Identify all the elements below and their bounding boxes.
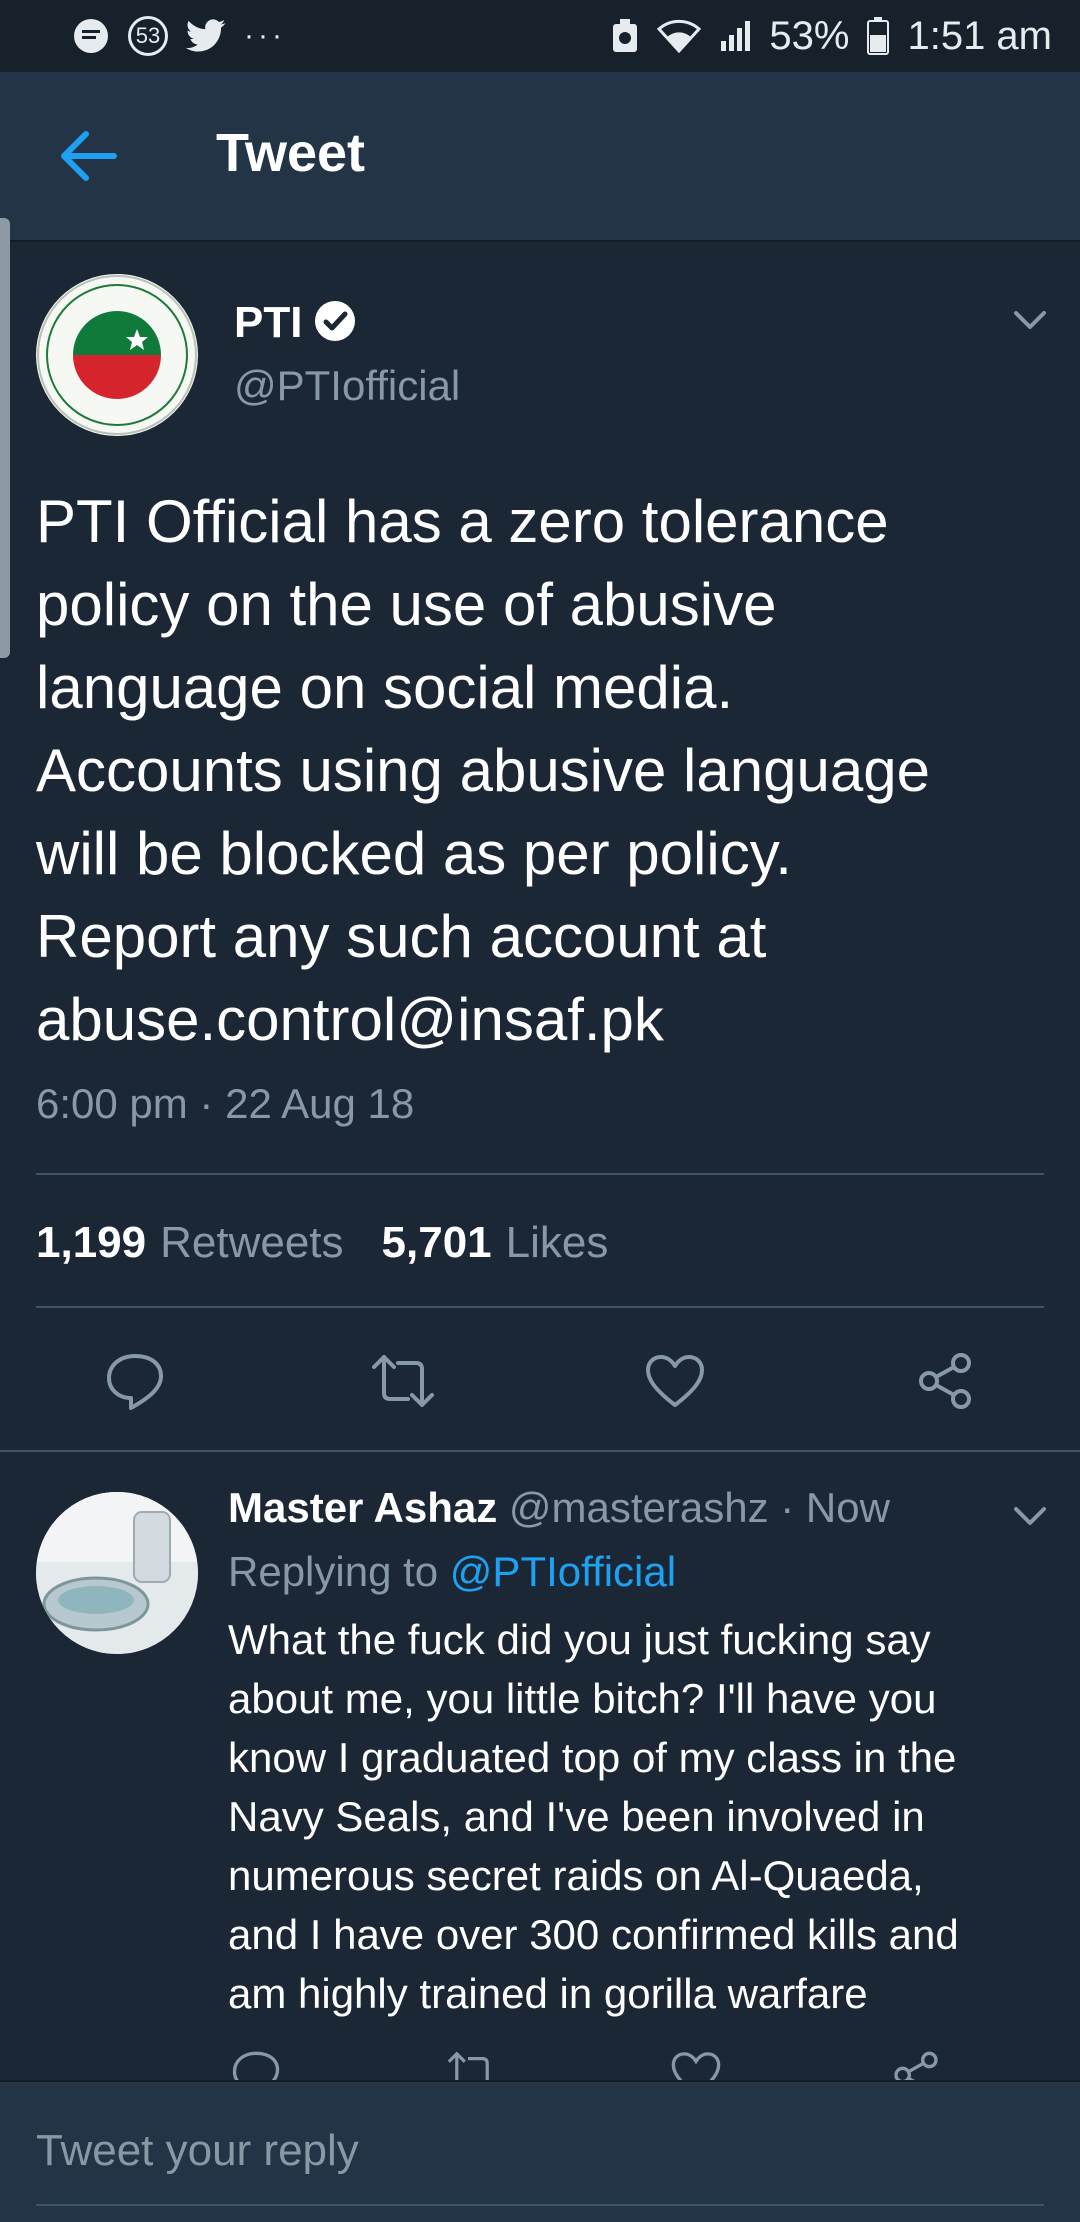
clock: 1:51 am	[907, 13, 1052, 58]
tweet-text: PTI Official has a zero tolerance policy…	[36, 488, 930, 1053]
retweet-icon	[447, 2051, 489, 2080]
retweets-label[interactable]: Retweets	[160, 1218, 343, 1268]
reply-retweet-button[interactable]	[444, 2050, 500, 2080]
share-button[interactable]	[910, 1346, 980, 1416]
reply-icon	[232, 2051, 280, 2080]
reply-like-button[interactable]	[668, 2050, 724, 2080]
like-button[interactable]	[640, 1346, 710, 1416]
tweet-stats: 1,199 Retweets 5,701 Likes	[36, 1218, 632, 1268]
retweet-button[interactable]	[368, 1346, 438, 1416]
app-header: Tweet	[0, 72, 1080, 242]
reply-options-button[interactable]	[1010, 1496, 1050, 1536]
retweets-count[interactable]: 1,199	[36, 1218, 146, 1268]
tweet-timestamp: 6:00 pm · 22 Aug 18	[36, 1080, 415, 1127]
tweet-options-button[interactable]	[1010, 300, 1050, 340]
twitter-bird-icon	[186, 19, 226, 53]
replying-to: Replying to @PTIofficial	[228, 1548, 676, 1596]
share-icon	[919, 1353, 971, 1409]
likes-label[interactable]: Likes	[506, 1218, 609, 1268]
notification-count-icon: 53	[128, 16, 168, 56]
reply-header: Master Ashaz @masterashz · Now	[228, 1484, 890, 1532]
battery-icon	[867, 17, 890, 55]
divider	[0, 1450, 1080, 1452]
reply-composer: Tweet your reply	[0, 2080, 1080, 2222]
author-name[interactable]: PTI	[234, 298, 302, 348]
arrow-left-icon	[61, 131, 117, 181]
share-icon	[894, 2051, 938, 2080]
reply-handle-time[interactable]: @masterashz · Now	[509, 1484, 890, 1531]
wifi-icon	[657, 19, 702, 53]
battery-percent: 53%	[769, 13, 850, 58]
divider	[36, 1306, 1044, 1308]
reply-icon	[107, 1354, 163, 1410]
scroll-indicator[interactable]	[0, 218, 10, 658]
author-handle[interactable]: @PTIofficial	[234, 362, 460, 410]
reply-actions	[0, 2050, 1080, 2080]
reply-author-avatar[interactable]	[36, 1492, 198, 1654]
reply-button[interactable]	[100, 1346, 170, 1416]
data-saver-icon	[611, 18, 639, 54]
reply-share-button[interactable]	[888, 2050, 944, 2080]
reply-text: What the fuck did you just fucking say a…	[228, 1616, 959, 2017]
composer-underline	[36, 2204, 1044, 2206]
messages-icon	[72, 17, 110, 55]
reply-input[interactable]: Tweet your reply	[36, 2126, 359, 2176]
replying-to-link[interactable]: @PTIofficial	[450, 1548, 676, 1595]
status-bar-left: 53 ···	[72, 16, 286, 56]
heart-icon	[671, 2052, 721, 2080]
chevron-down-icon	[1014, 311, 1046, 329]
status-bar: 53 ··· 53% 1:51 am	[0, 0, 1080, 72]
status-bar-right: 53% 1:51 am	[611, 14, 1052, 59]
page-title: Tweet	[216, 123, 366, 183]
reply-author-name[interactable]: Master Ashaz	[228, 1484, 497, 1531]
reply-reply-button[interactable]	[228, 2050, 284, 2080]
replying-to-prefix: Replying to	[228, 1548, 439, 1595]
notification-count: 53	[135, 23, 161, 48]
chevron-down-icon	[1014, 1507, 1046, 1525]
author-avatar[interactable]	[36, 274, 198, 436]
back-button[interactable]	[52, 124, 124, 188]
retweet-icon	[372, 1355, 434, 1407]
verified-badge-icon	[314, 300, 356, 347]
heart-icon	[646, 1355, 704, 1407]
divider	[36, 1173, 1044, 1175]
likes-count[interactable]: 5,701	[382, 1218, 492, 1268]
author-name-row: PTI	[234, 298, 356, 348]
signal-icon	[719, 19, 751, 53]
tweet-actions	[0, 1346, 1080, 1416]
more-notifications-icon: ···	[244, 19, 286, 52]
